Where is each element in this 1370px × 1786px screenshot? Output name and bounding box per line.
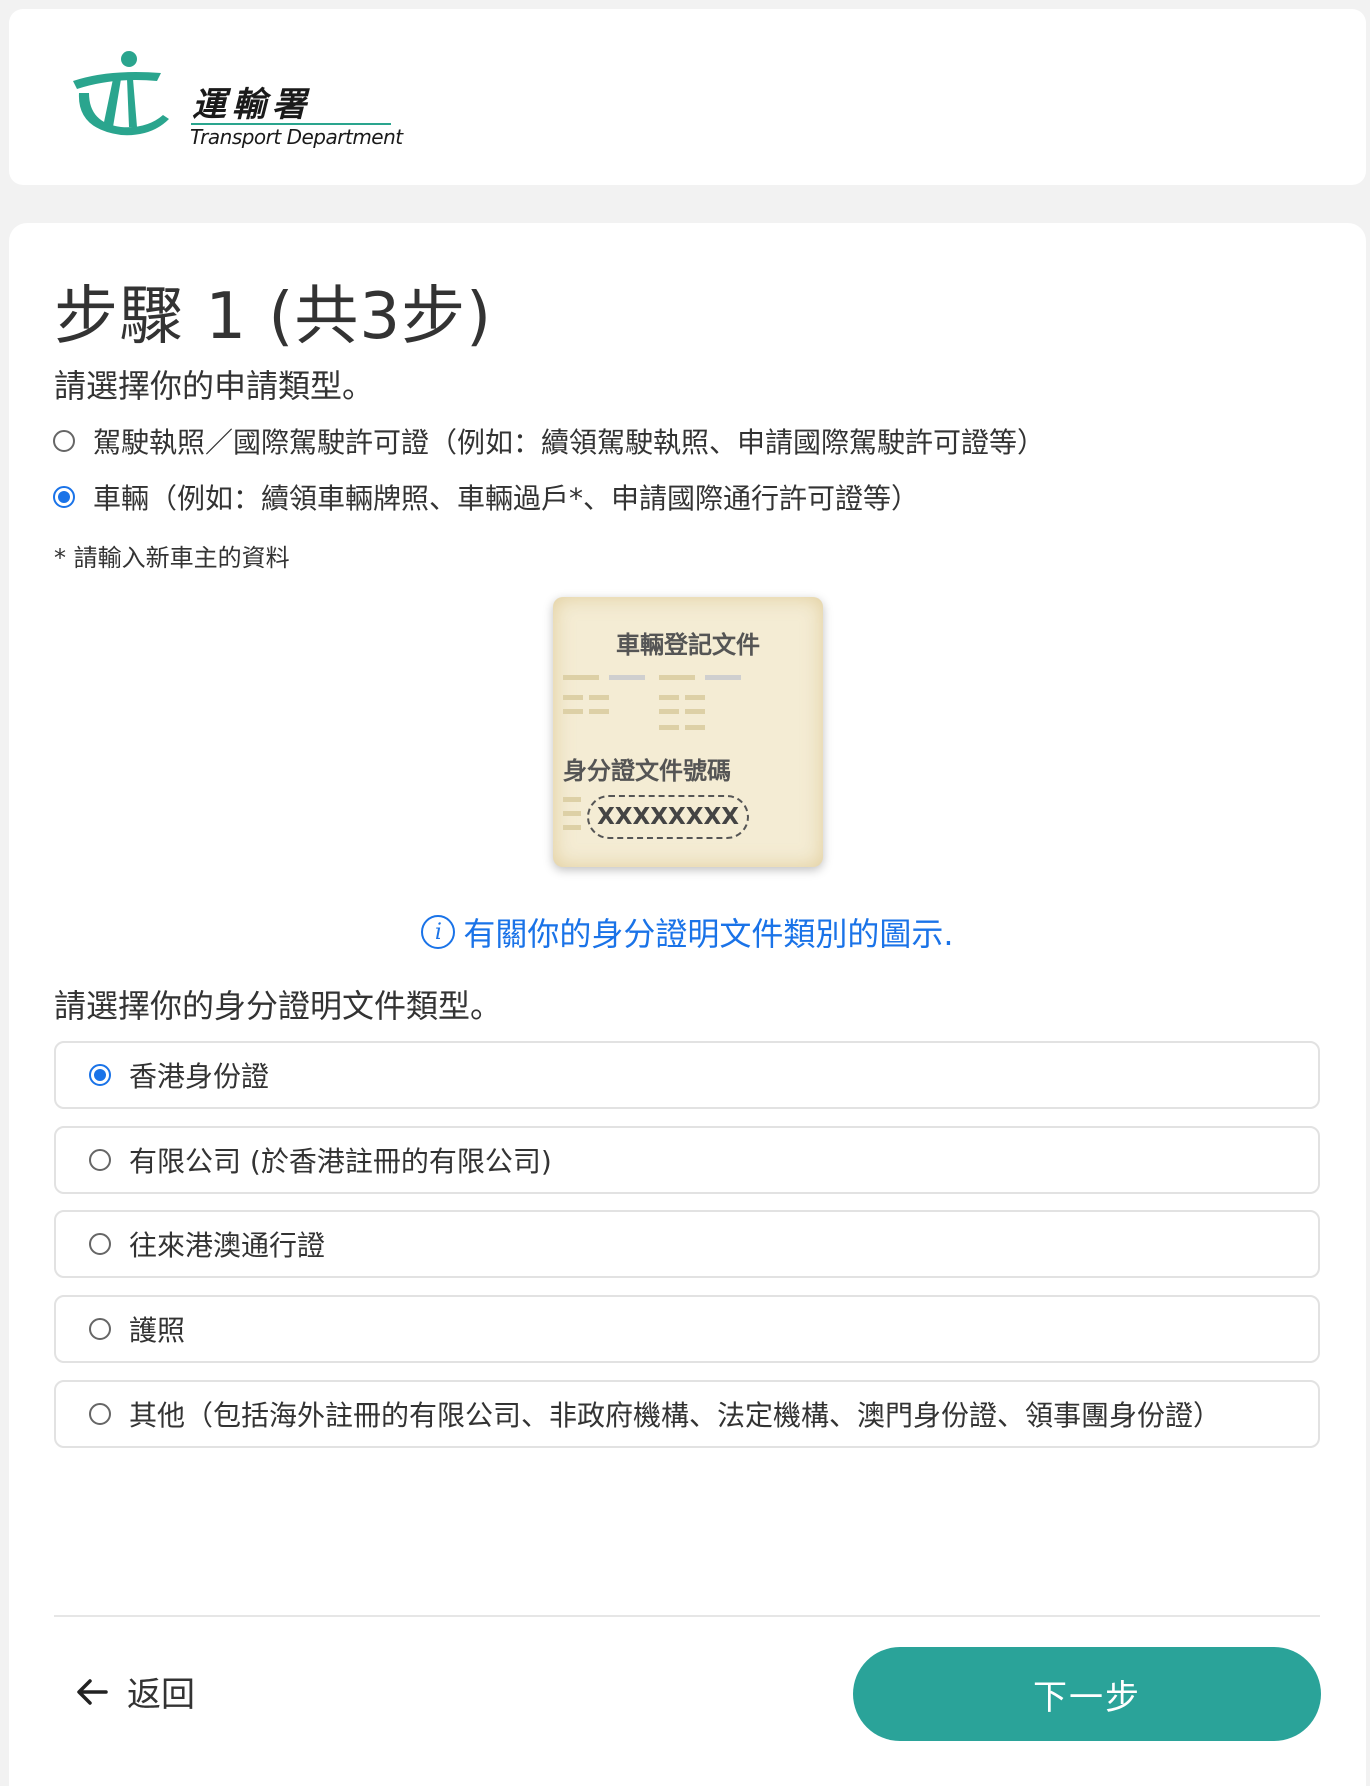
doc-line: [685, 695, 705, 700]
option-label: 香港身份證: [129, 1060, 270, 1093]
next-step-button[interactable]: 下一步: [853, 1647, 1321, 1741]
doc-line: [659, 695, 679, 700]
step-card: 步驟 1 (共3步) 請選擇你的申請類型。 駕駛執照／國際駕駛許可證（例如：續領…: [9, 223, 1366, 1786]
page-title: 步驟 1 (共3步): [54, 280, 493, 354]
logo-chinese-name: 運輸署: [192, 85, 312, 125]
logo-english-name: Transport Department: [190, 125, 403, 149]
application-type-option-vehicle[interactable]: 車輛（例如：續領車輛牌照、車輛過戶*、申請國際通行許可證等）: [53, 477, 919, 517]
doc-line: [685, 709, 705, 714]
back-button[interactable]: 返回: [75, 1667, 195, 1716]
application-type-question: 請選擇你的申請類型。: [54, 367, 375, 405]
id-type-option-limited-company[interactable]: 有限公司 (於香港註冊的有限公司): [54, 1126, 1320, 1194]
option-label: 有限公司 (於香港註冊的有限公司): [129, 1145, 552, 1178]
doc-line: [589, 695, 609, 700]
header: 運輸署 Transport Department: [9, 9, 1366, 185]
doc-id-label: 身分證文件號碼: [563, 757, 731, 785]
radio-button-checked[interactable]: [89, 1064, 111, 1086]
id-type-option-other[interactable]: 其他（包括海外註冊的有限公司、非政府機構、法定機構、澳門身份證、領事團身份證）: [54, 1380, 1320, 1448]
application-type-option-licence[interactable]: 駕駛執照／國際駕駛許可證（例如：續領駕駛執照、申請國際駕駛許可證等）: [53, 421, 1045, 461]
doc-line: [659, 725, 679, 730]
info-link-text: 有關你的身分證明文件類別的圖示.: [463, 915, 954, 953]
doc-title: 車輛登記文件: [616, 631, 760, 659]
id-document-examples-link[interactable]: i 有關你的身分證明文件類別的圖示.: [9, 909, 1366, 955]
id-type-question: 請選擇你的身分證明文件類型。: [54, 987, 503, 1025]
doc-line: [563, 709, 583, 714]
info-icon: i: [421, 915, 456, 949]
doc-line: [705, 675, 741, 680]
option-label: 護照: [129, 1314, 186, 1347]
radio-button[interactable]: [89, 1233, 111, 1255]
id-type-option-exit-entry-permit[interactable]: 往來港澳通行證: [54, 1210, 1320, 1278]
doc-line: [609, 675, 645, 680]
radio-button[interactable]: [89, 1318, 111, 1340]
radio-button[interactable]: [53, 430, 75, 452]
option-label: 往來港澳通行證: [129, 1229, 326, 1262]
doc-line: [563, 797, 581, 802]
arrow-left-icon: [77, 1678, 108, 1705]
doc-line: [659, 675, 695, 680]
vehicle-registration-document-illustration: 車輛登記文件 身分證文件號碼 XXXXXXXX: [553, 597, 823, 867]
doc-line: [563, 695, 583, 700]
back-label: 返回: [127, 1675, 195, 1715]
doc-line: [659, 709, 679, 714]
new-owner-note: * 請輸入新車主的資料: [54, 544, 290, 572]
radio-button[interactable]: [89, 1149, 111, 1171]
td-emblem-icon: [73, 51, 169, 136]
footer-divider: [54, 1615, 1320, 1617]
doc-line: [685, 725, 705, 730]
transport-department-logo: 運輸署 Transport Department: [69, 49, 409, 159]
doc-line: [589, 709, 609, 714]
radio-button-checked[interactable]: [53, 486, 75, 508]
doc-line: [563, 811, 581, 816]
id-type-option-hkid[interactable]: 香港身份證: [54, 1041, 1320, 1109]
option-label: 車輛（例如：續領車輛牌照、車輛過戶*、申請國際通行許可證等）: [93, 482, 920, 515]
doc-id-number: XXXXXXXX: [587, 795, 749, 839]
doc-line: [563, 825, 581, 830]
option-label: 駕駛執照／國際駕駛許可證（例如：續領駕駛執照、申請國際駕駛許可證等）: [93, 426, 1046, 459]
option-label: 其他（包括海外註冊的有限公司、非政府機構、法定機構、澳門身份證、領事團身份證）: [129, 1399, 1222, 1432]
id-type-option-passport[interactable]: 護照: [54, 1295, 1320, 1363]
doc-line: [563, 675, 599, 680]
radio-button[interactable]: [89, 1403, 111, 1425]
